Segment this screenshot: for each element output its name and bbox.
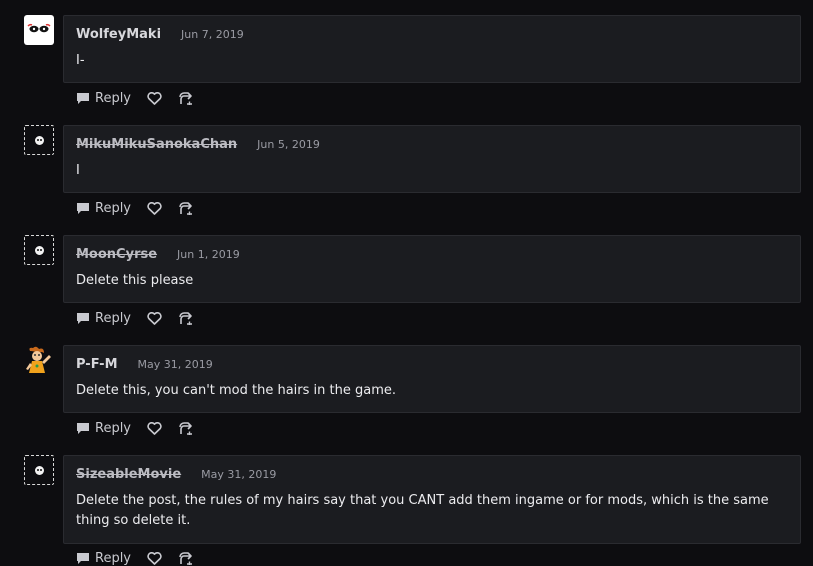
- comment-author[interactable]: SizeableMovie: [76, 467, 181, 482]
- comment-bubble: SizeableMovie May 31, 2019 Delete the po…: [63, 455, 801, 544]
- reply-label: Reply: [95, 421, 132, 436]
- reply-label: Reply: [95, 91, 132, 106]
- heart-icon: [147, 312, 162, 325]
- comment-text: Delete this please: [76, 273, 194, 288]
- character-avatar-icon: [26, 346, 51, 373]
- comment-actions: Reply: [76, 91, 194, 106]
- avatar[interactable]: [24, 15, 54, 45]
- reply-label: Reply: [95, 311, 132, 326]
- like-button[interactable]: [147, 422, 162, 435]
- comment-author[interactable]: MikuMikuSanokaChan: [76, 137, 237, 152]
- heart-icon: [147, 422, 162, 435]
- comment-icon: [77, 313, 89, 324]
- comment-bubble: P-F-M May 31, 2019 Delete this, you can'…: [63, 345, 801, 413]
- reply-label: Reply: [95, 201, 132, 216]
- like-button[interactable]: [147, 312, 162, 325]
- comment-date[interactable]: Jun 1, 2019: [177, 248, 240, 261]
- share-icon: [179, 422, 193, 435]
- heart-icon: [147, 92, 162, 105]
- default-avatar-icon: [34, 245, 44, 255]
- comment-item: MikuMikuSanokaChan Jun 5, 2019 I Reply: [0, 125, 813, 235]
- default-avatar-icon: [34, 135, 44, 145]
- like-button[interactable]: [147, 202, 162, 215]
- comment-bubble: MoonCyrse Jun 1, 2019 Delete this please: [63, 235, 801, 303]
- comment-icon: [77, 423, 89, 434]
- avatar[interactable]: [24, 345, 54, 375]
- comment-item: SizeableMovie May 31, 2019 Delete the po…: [0, 455, 813, 566]
- share-button[interactable]: [178, 202, 194, 215]
- comment-text: Delete the post, the rules of my hairs s…: [76, 493, 769, 528]
- avatar[interactable]: [24, 125, 54, 155]
- default-avatar-icon: [34, 465, 44, 475]
- comment-item: MoonCyrse Jun 1, 2019 Delete this please…: [0, 235, 813, 345]
- reply-button[interactable]: Reply: [76, 91, 131, 106]
- comment-item: WolfeyMaki Jun 7, 2019 I- Reply: [0, 15, 813, 125]
- heart-icon: [147, 202, 162, 215]
- comment-bubble: MikuMikuSanokaChan Jun 5, 2019 I: [63, 125, 801, 193]
- share-button[interactable]: [178, 422, 194, 435]
- share-icon: [179, 202, 193, 215]
- avatar-glyph-icon: [27, 23, 51, 33]
- comment-text: Delete this, you can't mod the hairs in …: [76, 383, 397, 398]
- share-button[interactable]: [178, 92, 194, 105]
- reply-button[interactable]: Reply: [76, 421, 131, 436]
- comment-text: I: [76, 163, 80, 178]
- avatar[interactable]: [24, 235, 54, 265]
- comment-author[interactable]: P-F-M: [76, 357, 118, 372]
- share-icon: [179, 92, 193, 105]
- reply-button[interactable]: Reply: [76, 201, 131, 216]
- avatar[interactable]: [24, 455, 54, 485]
- comment-date[interactable]: May 31, 2019: [138, 358, 213, 371]
- reply-button[interactable]: Reply: [76, 311, 131, 326]
- comment-date[interactable]: Jun 7, 2019: [181, 28, 244, 41]
- comment-actions: Reply: [76, 421, 194, 436]
- share-button[interactable]: [178, 312, 194, 325]
- comment-actions: Reply: [76, 311, 194, 326]
- comment-icon: [77, 93, 89, 104]
- comment-author[interactable]: WolfeyMaki: [76, 27, 161, 42]
- comment-author[interactable]: MoonCyrse: [76, 247, 157, 262]
- comment-item: P-F-M May 31, 2019 Delete this, you can'…: [0, 345, 813, 455]
- comment-actions: Reply: [76, 201, 194, 216]
- comment-icon: [77, 203, 89, 214]
- comment-date[interactable]: Jun 5, 2019: [257, 138, 320, 151]
- comment-text: I-: [76, 53, 85, 68]
- share-icon: [179, 312, 193, 325]
- like-button[interactable]: [147, 92, 162, 105]
- comment-bubble: WolfeyMaki Jun 7, 2019 I-: [63, 15, 801, 83]
- comment-date[interactable]: May 31, 2019: [201, 468, 276, 481]
